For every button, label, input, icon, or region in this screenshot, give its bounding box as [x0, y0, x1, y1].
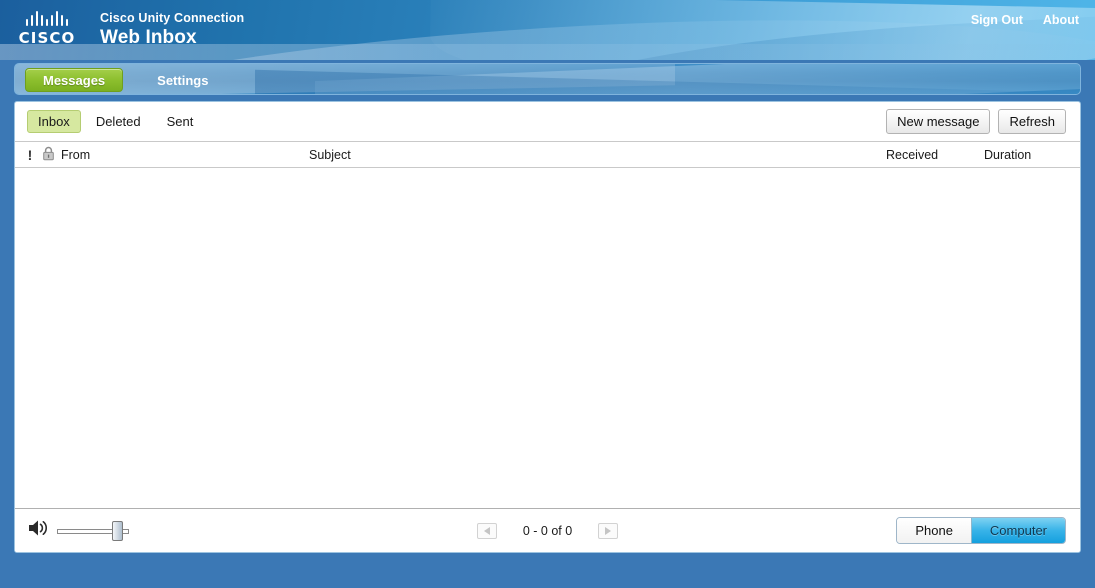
- new-message-button[interactable]: New message: [886, 109, 991, 134]
- playback-computer[interactable]: Computer: [970, 518, 1065, 543]
- folder-inbox[interactable]: Inbox: [27, 110, 81, 133]
- primary-nav-bar: Messages Settings: [14, 63, 1081, 95]
- chevron-left-icon: [483, 526, 490, 535]
- volume-control[interactable]: [27, 518, 129, 543]
- cisco-logo-bars: [14, 11, 80, 26]
- folder-tabs: Inbox Deleted Sent: [27, 110, 204, 133]
- column-subject[interactable]: Subject: [309, 142, 886, 167]
- primary-nav-background: Messages Settings: [14, 63, 1081, 95]
- header-links: Sign Out About: [971, 13, 1079, 27]
- refresh-button[interactable]: Refresh: [998, 109, 1066, 134]
- page-title: Web Inbox: [100, 27, 197, 48]
- tab-messages[interactable]: Messages: [25, 68, 124, 92]
- lock-icon: [42, 146, 55, 164]
- tab-settings[interactable]: Settings: [139, 68, 226, 92]
- primary-tabs: Messages Settings: [15, 64, 226, 94]
- folder-sent[interactable]: Sent: [156, 110, 205, 133]
- player-footer: 0 - 0 of 0 Phone Computer: [15, 508, 1080, 552]
- column-received[interactable]: Received: [886, 142, 984, 167]
- app-header: CISCO Cisco Unity Connection Web Inbox S…: [0, 0, 1095, 60]
- pagination-count: 0 - 0 of 0: [522, 523, 573, 538]
- about-link[interactable]: About: [1043, 13, 1079, 27]
- inbox-toolbar: Inbox Deleted Sent New message Refresh: [15, 102, 1080, 142]
- column-duration[interactable]: Duration: [984, 142, 1080, 167]
- playback-device-toggle: Phone Computer: [896, 517, 1066, 544]
- message-list-header: ! From Subject Received Duration: [15, 142, 1080, 168]
- playback-phone[interactable]: Phone: [897, 518, 971, 543]
- volume-slider-handle[interactable]: [112, 520, 123, 541]
- previous-page-button[interactable]: [476, 522, 497, 539]
- sign-out-link[interactable]: Sign Out: [971, 13, 1023, 27]
- exclamation-icon: !: [27, 146, 33, 163]
- inbox-panel: Inbox Deleted Sent New message Refresh !…: [14, 101, 1081, 553]
- column-from[interactable]: From: [61, 142, 309, 167]
- folder-deleted[interactable]: Deleted: [85, 110, 152, 133]
- column-secure[interactable]: [35, 142, 61, 167]
- cisco-logo-wordmark: CISCO: [18, 29, 76, 47]
- chevron-right-icon: [605, 526, 612, 535]
- message-list[interactable]: [15, 168, 1080, 508]
- product-suite-name: Cisco Unity Connection: [100, 11, 245, 25]
- column-urgent[interactable]: !: [15, 142, 35, 167]
- cisco-logo: CISCO: [14, 8, 80, 47]
- volume-slider[interactable]: [57, 520, 129, 541]
- product-title-block: Cisco Unity Connection Web Inbox: [100, 8, 244, 50]
- next-page-button[interactable]: [598, 522, 619, 539]
- brand-block: CISCO Cisco Unity Connection Web Inbox: [14, 8, 244, 50]
- speaker-icon[interactable]: [27, 518, 51, 543]
